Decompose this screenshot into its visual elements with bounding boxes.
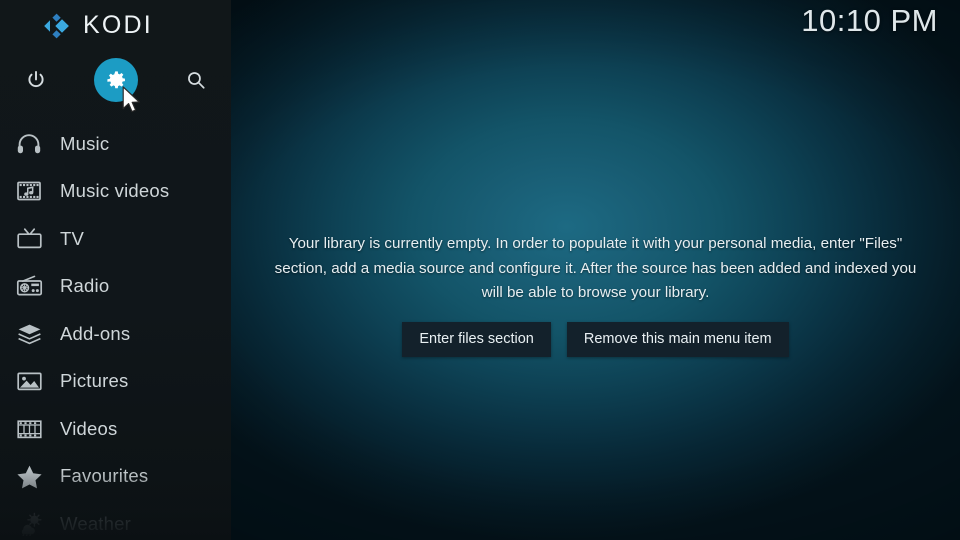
radio-icon bbox=[12, 271, 46, 301]
sidebar-item-label: Videos bbox=[60, 417, 118, 439]
television-icon bbox=[12, 224, 46, 254]
music-video-icon bbox=[12, 176, 46, 206]
settings-button-highlight bbox=[94, 58, 138, 102]
sidebar-item-pictures[interactable]: Pictures bbox=[0, 358, 231, 406]
sidebar-item-label: Radio bbox=[60, 275, 110, 297]
sidebar-item-videos[interactable]: Videos bbox=[0, 405, 231, 453]
sidebar-item-label: TV bbox=[60, 227, 85, 249]
settings-button[interactable] bbox=[94, 58, 138, 102]
sidebar-item-label: Weather bbox=[60, 512, 131, 534]
sidebar-item-label: Pictures bbox=[60, 370, 129, 392]
main-menu: Music Music videos TV Radio Add-ons Pict… bbox=[0, 120, 231, 540]
kodi-home-screen: 10:10 PM Your library is currently empty… bbox=[0, 0, 960, 540]
remove-main-menu-item-button[interactable]: Remove this main menu item bbox=[566, 321, 789, 357]
sidebar: KODI Music Music videos TV Radio Add-ons… bbox=[0, 0, 231, 540]
sidebar-item-label: Favourites bbox=[60, 465, 149, 487]
kodi-logo-icon bbox=[42, 13, 72, 39]
main-content-area: 10:10 PM Your library is currently empty… bbox=[231, 0, 960, 540]
enter-files-section-button[interactable]: Enter files section bbox=[402, 321, 551, 357]
search-icon bbox=[185, 69, 207, 91]
power-icon bbox=[25, 69, 47, 91]
sidebar-item-radio[interactable]: Radio bbox=[0, 263, 231, 311]
sidebar-item-label: Music videos bbox=[60, 180, 170, 202]
weather-icon bbox=[12, 509, 46, 539]
picture-icon bbox=[12, 366, 46, 396]
quick-action-bar bbox=[0, 56, 231, 104]
addons-box-icon bbox=[12, 319, 46, 349]
search-button[interactable] bbox=[174, 58, 218, 102]
star-icon bbox=[12, 461, 46, 491]
empty-library-message: Your library is currently empty. In orde… bbox=[274, 235, 917, 301]
sidebar-item-weather[interactable]: Weather bbox=[0, 500, 231, 540]
sidebar-item-favourites[interactable]: Favourites bbox=[0, 453, 231, 501]
sidebar-item-add-ons[interactable]: Add-ons bbox=[0, 310, 231, 358]
action-button-row: Enter files section Remove this main men… bbox=[231, 321, 960, 357]
sidebar-item-tv[interactable]: TV bbox=[0, 215, 231, 263]
sidebar-item-music-videos[interactable]: Music videos bbox=[0, 168, 231, 216]
film-strip-icon bbox=[12, 414, 46, 444]
brand-name: KODI bbox=[83, 11, 153, 39]
sidebar-item-label: Music bbox=[60, 132, 110, 154]
clock: 10:10 PM bbox=[801, 3, 938, 38]
headphones-icon bbox=[12, 129, 46, 159]
gear-icon bbox=[106, 70, 127, 91]
sidebar-item-label: Add-ons bbox=[60, 322, 131, 344]
power-button[interactable] bbox=[14, 58, 58, 102]
brand-logo: KODI bbox=[42, 11, 153, 40]
sidebar-item-music[interactable]: Music bbox=[0, 120, 231, 168]
empty-library-panel: Your library is currently empty. In orde… bbox=[231, 232, 960, 357]
